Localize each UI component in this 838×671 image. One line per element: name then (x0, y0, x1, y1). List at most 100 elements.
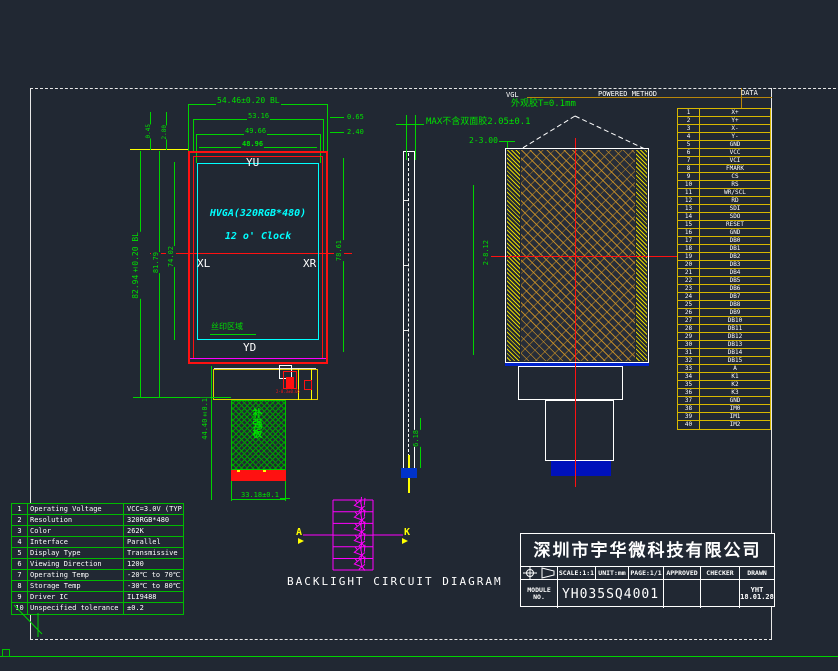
pin-number: 28 (678, 325, 700, 332)
pin-row: 24DB7 (678, 293, 770, 301)
pin-row: 32DB15 (678, 357, 770, 365)
spec-value: ILI9488 (124, 592, 183, 602)
pin-signal: K2 (700, 381, 770, 388)
max-extline-2 (415, 115, 416, 160)
active-area-outline (197, 163, 319, 340)
spec-value: Transmissive (124, 548, 183, 558)
pin-signal: CS (700, 173, 770, 180)
pin-row: 31DB14 (678, 349, 770, 357)
side-view-dashed-line (408, 153, 409, 467)
pin-row: 8FMARK (678, 165, 770, 173)
shoulder-note: 2-0.3±0.05 (276, 389, 300, 394)
pin-signal: DB3 (700, 261, 770, 268)
side-view-outline (403, 151, 415, 469)
pin-row: 16GND (678, 229, 770, 237)
pin-row: 12RD (678, 197, 770, 205)
max-leader (396, 124, 424, 125)
pin-number: 9 (678, 173, 700, 180)
pin-signal: K3 (700, 389, 770, 396)
pin-row: 40IM2 (678, 421, 770, 429)
front-magenta-line (190, 358, 326, 359)
pin-number: 29 (678, 333, 700, 340)
dim-max-note: MAX不含双面胶2.05±0.1 (425, 118, 532, 126)
pin-row: 2Y+ (678, 117, 770, 125)
pin-signal: A (700, 365, 770, 372)
extline-2 (327, 104, 328, 151)
spec-number: 2 (12, 515, 28, 525)
company-name: 深圳市宇华微科技有限公司 (521, 534, 774, 566)
pin-signal: IM2 (700, 421, 770, 429)
approved-value-cell (663, 579, 700, 608)
back-tail (545, 400, 614, 461)
pin-row: 9CS (678, 173, 770, 181)
dim-left3: 74.02 (166, 246, 176, 267)
pin-number: 16 (678, 229, 700, 236)
dimline-back-left (473, 185, 474, 355)
pin-signal: DB13 (700, 341, 770, 348)
pin-row: 35K2 (678, 381, 770, 389)
pin-row: 23DB6 (678, 285, 770, 293)
shoulder-component-small (304, 380, 312, 390)
spec-item: Operating Voltage (28, 504, 124, 514)
spec-row: 10Unspecified tolerance±0.2 (12, 603, 183, 614)
back-tail-stiffener (551, 461, 611, 476)
pin-row: 33A (678, 365, 770, 373)
pin-row: 26DB9 (678, 309, 770, 317)
pin-signal: DB14 (700, 349, 770, 356)
pin-number: 24 (678, 293, 700, 300)
dim-glue-note: 外观胶T=0.1mm (510, 100, 577, 108)
backlight-anode-label: A (296, 527, 302, 538)
pin-number: 15 (678, 221, 700, 228)
pin-row: 13SDI (678, 205, 770, 213)
label-xr: XR (303, 257, 316, 270)
spec-number: 4 (12, 537, 28, 547)
spec-value: ±0.2 (124, 603, 183, 614)
pin-number: 4 (678, 133, 700, 140)
pin-signal: X- (700, 125, 770, 132)
dimline-left2 (159, 151, 160, 397)
pin-signal: DB12 (700, 333, 770, 340)
pin-row: 21DB4 (678, 269, 770, 277)
pin-row: 18DB1 (678, 245, 770, 253)
front-top-tape-line (130, 149, 189, 150)
fpc-shoulder (213, 369, 318, 400)
fpc-tail-text: 补强板 (248, 408, 263, 438)
module-number-cell: YH035SQ4001 (557, 579, 663, 608)
pin-signal: DB10 (700, 317, 770, 324)
pin-signal: WR/SCL (700, 189, 770, 196)
pin-row: 36K3 (678, 389, 770, 397)
pin-row: 39IM1 (678, 413, 770, 421)
extline-1 (188, 104, 189, 151)
pin-signal: DB11 (700, 325, 770, 332)
pin-signal: SDO (700, 213, 770, 220)
pin-number: 6 (678, 149, 700, 156)
pin-signal: RESET (700, 221, 770, 228)
pin-row: 28DB11 (678, 325, 770, 333)
drawn-date: 18.01.28 (740, 594, 774, 601)
spec-value: 320RGB*480 (124, 515, 183, 525)
pin-number: 38 (678, 405, 700, 412)
pin-signal: GND (700, 141, 770, 148)
dim-side-bottom: 6.18 (411, 430, 421, 447)
side-view-stiffener (401, 468, 417, 478)
spec-row: 3Color262K (12, 526, 183, 537)
dim-left-small1: 0.45 (144, 124, 154, 138)
checker-value-cell (700, 579, 739, 608)
pin-number: 3 (678, 125, 700, 132)
backlight-caption: BACKLIGHT CIRCUIT DIAGRAM (287, 575, 503, 588)
pin-number: 2 (678, 117, 700, 124)
dim-back-left: 2-8.12 (481, 240, 491, 265)
spec-table-body: 1Operating VoltageVCC=3.0V (TYP)2Resolut… (12, 504, 183, 614)
pin-number: 25 (678, 301, 700, 308)
scale-cell: SCALE:1:1 (557, 566, 595, 579)
resolution-note: HVGA(320RGB*480) (198, 208, 318, 219)
corner-mark (2, 649, 10, 657)
spec-row: 4InterfaceParallel (12, 537, 183, 548)
spec-value: -30℃ to 80℃ (124, 581, 183, 591)
spec-number: 9 (12, 592, 28, 602)
pin-row: 17DB0 (678, 237, 770, 245)
spec-row: 6Viewing Direction1200 (12, 559, 183, 570)
pin-signal: DB15 (700, 357, 770, 364)
dim-hole-note: 2-3.00 (468, 137, 499, 145)
spec-number: 6 (12, 559, 28, 569)
